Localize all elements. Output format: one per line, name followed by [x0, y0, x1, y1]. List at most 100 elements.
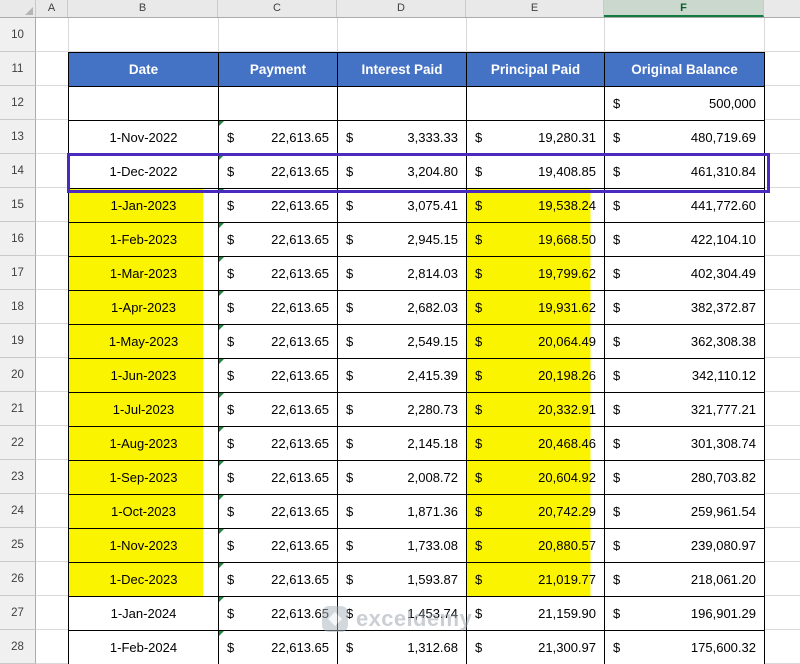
cell-date[interactable]: 1-Nov-2023	[69, 529, 219, 563]
cell-principal[interactable]: $20,742.29	[467, 495, 605, 529]
row-header-27[interactable]: 27	[0, 596, 36, 630]
row-header-16[interactable]: 16	[0, 222, 36, 256]
cell-interest[interactable]: $1,593.87	[338, 563, 467, 597]
column-header-a[interactable]: A	[36, 0, 68, 17]
cell-interest[interactable]: $2,415.39	[338, 359, 467, 393]
cell-interest[interactable]: $2,008.72	[338, 461, 467, 495]
cell-payment[interactable]: $22,613.65	[219, 155, 338, 189]
cell-principal[interactable]: $19,538.24	[467, 189, 605, 223]
cell-payment[interactable]: $22,613.65	[219, 223, 338, 257]
cell-payment[interactable]: $22,613.65	[219, 291, 338, 325]
cell-date[interactable]: 1-Aug-2023	[69, 427, 219, 461]
cell-principal[interactable]: $20,064.49	[467, 325, 605, 359]
cell-date[interactable]: 1-Sep-2023	[69, 461, 219, 495]
cell-interest[interactable]: $3,204.80	[338, 155, 467, 189]
cell-principal[interactable]: $20,468.46	[467, 427, 605, 461]
row-header-25[interactable]: 25	[0, 528, 36, 562]
cell-date[interactable]: 1-Jan-2023	[69, 189, 219, 223]
cell-principal[interactable]: $20,880.57	[467, 529, 605, 563]
cell-payment[interactable]: $22,613.65	[219, 257, 338, 291]
row-header-10[interactable]: 10	[0, 18, 36, 52]
cell-payment[interactable]: $22,613.65	[219, 189, 338, 223]
header-date[interactable]: Date	[69, 53, 219, 87]
select-all-corner[interactable]	[0, 0, 36, 17]
column-header-f-selected[interactable]: F	[604, 0, 764, 17]
cell-principal[interactable]: $19,668.50	[467, 223, 605, 257]
cell-payment[interactable]: $22,613.65	[219, 461, 338, 495]
cell-payment[interactable]: $22,613.65	[219, 631, 338, 664]
column-header-d[interactable]: D	[337, 0, 466, 17]
row-header-20[interactable]: 20	[0, 358, 36, 392]
cell-date[interactable]: 1-Feb-2023	[69, 223, 219, 257]
cell-principal[interactable]: $21,019.77	[467, 563, 605, 597]
header-payment[interactable]: Payment	[219, 53, 338, 87]
row-header-24[interactable]: 24	[0, 494, 36, 528]
cell-interest[interactable]: $1,453.74	[338, 597, 467, 631]
row-header-26[interactable]: 26	[0, 562, 36, 596]
cell-payment[interactable]: $22,613.65	[219, 529, 338, 563]
cell-payment[interactable]: $22,613.65	[219, 563, 338, 597]
cell-balance[interactable]: $422,104.10	[605, 223, 765, 257]
cell-balance[interactable]: $402,304.49	[605, 257, 765, 291]
row-header-12[interactable]: 12	[0, 86, 36, 120]
cell-interest[interactable]: $2,145.18	[338, 427, 467, 461]
cell-payment[interactable]: $22,613.65	[219, 427, 338, 461]
cell-balance[interactable]: $259,961.54	[605, 495, 765, 529]
cell-date[interactable]: 1-Jul-2023	[69, 393, 219, 427]
row-header-15[interactable]: 15	[0, 188, 36, 222]
row-header-14[interactable]: 14	[0, 154, 36, 188]
cell-date[interactable]: 1-Dec-2023	[69, 563, 219, 597]
cell-date[interactable]: 1-Oct-2023	[69, 495, 219, 529]
cell-date[interactable]: 1-Mar-2023	[69, 257, 219, 291]
cell-balance[interactable]: $239,080.97	[605, 529, 765, 563]
cell-interest[interactable]: $1,312.68	[338, 631, 467, 664]
cell-payment[interactable]: $22,613.65	[219, 359, 338, 393]
header-original-balance[interactable]: Original Balance	[605, 53, 765, 87]
cell-date[interactable]: 1-Apr-2023	[69, 291, 219, 325]
cell-empty[interactable]	[69, 87, 219, 121]
row-header-28[interactable]: 28	[0, 630, 36, 664]
cell-principal[interactable]: $20,332.91	[467, 393, 605, 427]
cell-interest[interactable]: $2,549.15	[338, 325, 467, 359]
header-interest-paid[interactable]: Interest Paid	[338, 53, 467, 87]
column-header-c[interactable]: C	[218, 0, 337, 17]
column-header-e[interactable]: E	[466, 0, 604, 17]
row-header-13[interactable]: 13	[0, 120, 36, 154]
row-header-11[interactable]: 11	[0, 52, 36, 86]
cell-date[interactable]: 1-May-2023	[69, 325, 219, 359]
cell-principal[interactable]: $20,604.92	[467, 461, 605, 495]
cell-date[interactable]: 1-Dec-2022	[69, 155, 219, 189]
cell-empty[interactable]	[219, 87, 338, 121]
row-header-19[interactable]: 19	[0, 324, 36, 358]
cell-balance[interactable]: $441,772.60	[605, 189, 765, 223]
column-header-b[interactable]: B	[68, 0, 218, 17]
cell-payment[interactable]: $22,613.65	[219, 393, 338, 427]
cell-date[interactable]: 1-Nov-2022	[69, 121, 219, 155]
cell-principal[interactable]: $19,799.62	[467, 257, 605, 291]
row-header-21[interactable]: 21	[0, 392, 36, 426]
row-header-18[interactable]: 18	[0, 290, 36, 324]
row-header-22[interactable]: 22	[0, 426, 36, 460]
cell-interest[interactable]: $1,871.36	[338, 495, 467, 529]
cell-payment[interactable]: $22,613.65	[219, 325, 338, 359]
cell-balance[interactable]: $175,600.32	[605, 631, 765, 664]
cell-balance[interactable]: $480,719.69	[605, 121, 765, 155]
cell-payment[interactable]: $22,613.65	[219, 495, 338, 529]
cell-interest[interactable]: $2,280.73	[338, 393, 467, 427]
cell-principal[interactable]: $19,408.85	[467, 155, 605, 189]
cell-payment[interactable]: $22,613.65	[219, 121, 338, 155]
cell-principal[interactable]: $21,300.97	[467, 631, 605, 664]
cell-balance[interactable]: $301,308.74	[605, 427, 765, 461]
cell-payment[interactable]: $22,613.65	[219, 597, 338, 631]
cell-balance[interactable]: $280,703.82	[605, 461, 765, 495]
cell-interest[interactable]: $3,333.33	[338, 121, 467, 155]
cell-interest[interactable]: $2,682.03	[338, 291, 467, 325]
cell-principal[interactable]: $19,931.62	[467, 291, 605, 325]
cell-balance[interactable]: $342,110.12	[605, 359, 765, 393]
cell-interest[interactable]: $3,075.41	[338, 189, 467, 223]
cell-balance[interactable]: $362,308.38	[605, 325, 765, 359]
cell-balance[interactable]: $196,901.29	[605, 597, 765, 631]
cell-principal[interactable]: $19,280.31	[467, 121, 605, 155]
cell-date[interactable]: 1-Jan-2024	[69, 597, 219, 631]
cell-balance[interactable]: $461,310.84	[605, 155, 765, 189]
